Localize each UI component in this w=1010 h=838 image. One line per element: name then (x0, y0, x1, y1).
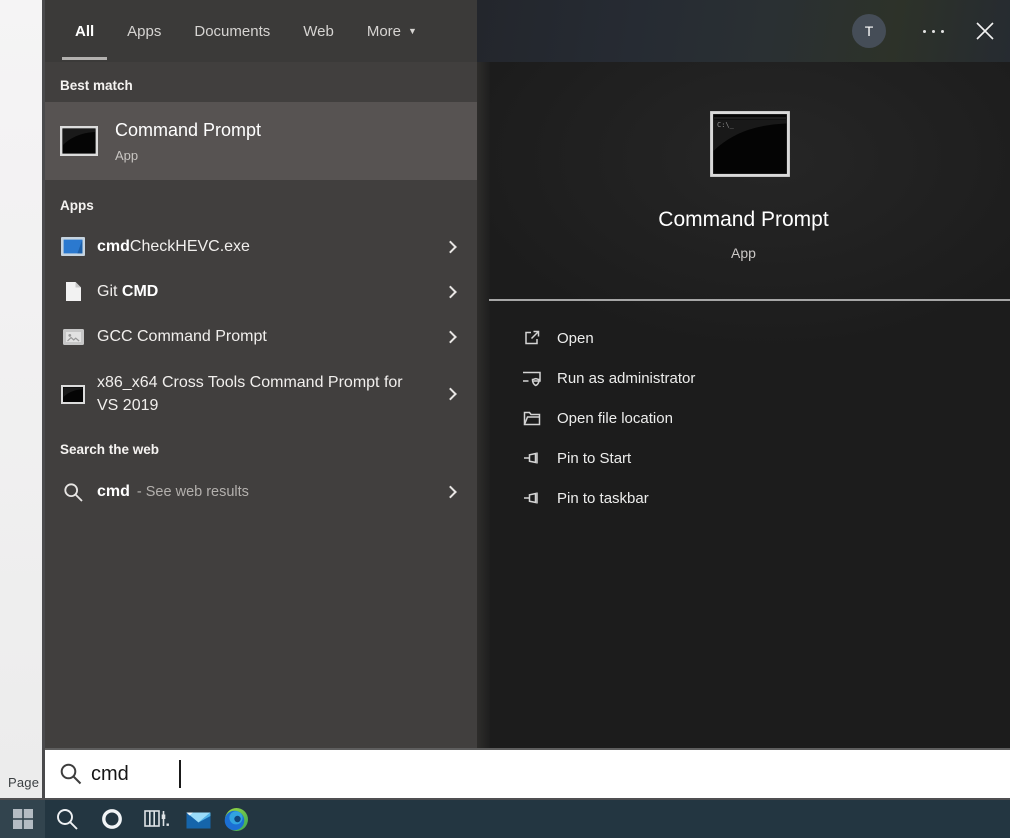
apps-section-label: Apps (60, 198, 94, 213)
tab-apps[interactable]: Apps (127, 0, 161, 62)
blue-app-icon (60, 237, 86, 256)
result-title: cmd- See web results (97, 480, 299, 504)
best-match-section-label: Best match (60, 78, 133, 93)
page-label: Page (8, 775, 39, 790)
folder-icon (521, 408, 543, 428)
taskbar-search-button[interactable] (52, 800, 82, 838)
search-query-text: cmd (91, 750, 129, 798)
divider (489, 299, 1010, 301)
pin-icon (521, 448, 543, 468)
text-cursor (179, 760, 181, 788)
result-cmdcheckhevc[interactable]: cmdCheckHEVC.exe (45, 224, 477, 269)
task-view-button[interactable] (140, 800, 172, 838)
svg-text:C:\_: C:\_ (717, 121, 735, 129)
command-prompt-icon (60, 385, 86, 404)
web-section-label: Search the web (60, 442, 159, 457)
pin-icon (521, 488, 543, 508)
windows-logo-icon (13, 809, 33, 829)
preview-panel: C:\_ Command Prompt App Open Run as admi… (477, 62, 1010, 748)
taskbar (0, 798, 1010, 838)
best-match-item[interactable]: Command Prompt App (45, 102, 477, 180)
result-git-cmd[interactable]: Git CMD (45, 269, 477, 314)
action-pin-to-start[interactable]: Pin to Start (477, 438, 1010, 478)
chevron-right-icon[interactable] (444, 486, 457, 499)
start-button[interactable] (0, 800, 45, 838)
command-prompt-icon-large: C:\_ (710, 111, 790, 177)
user-avatar[interactable]: T (852, 14, 886, 48)
search-icon (55, 807, 80, 832)
result-title: cmdCheckHEVC.exe (97, 235, 300, 258)
action-open[interactable]: Open (477, 318, 1010, 358)
chevron-right-icon[interactable] (444, 330, 457, 343)
best-match-title: Command Prompt (115, 120, 261, 141)
window-shield-icon (521, 368, 543, 388)
search-icon (59, 762, 83, 791)
result-x86-x64-cross-tools[interactable]: x86_x64 Cross Tools Command Prompt for V… (45, 359, 477, 429)
preview-subtitle: App (477, 245, 1010, 261)
action-pin-to-taskbar[interactable]: Pin to taskbar (477, 478, 1010, 518)
open-window-icon (521, 328, 543, 348)
action-run-as-administrator[interactable]: Run as administrator (477, 358, 1010, 398)
close-icon (973, 19, 997, 43)
result-title: GCC Command Prompt (97, 325, 317, 348)
active-tab-underline (62, 57, 107, 60)
result-web-search[interactable]: cmd- See web results (45, 468, 477, 516)
search-icon (60, 482, 86, 503)
edge-button[interactable] (221, 800, 251, 838)
action-open-file-location[interactable]: Open file location (477, 398, 1010, 438)
mail-icon (186, 810, 211, 829)
search-header-tabs: All Apps Documents Web More ▼ (45, 0, 477, 62)
edge-icon (224, 807, 249, 832)
tab-all[interactable]: All (75, 0, 94, 62)
background-page-strip: Page (0, 0, 45, 798)
close-button[interactable] (973, 19, 997, 43)
best-match-subtitle: App (115, 148, 261, 163)
results-panel: Best match Command Prompt App Apps cmdCh… (45, 62, 477, 748)
chevron-down-icon: ▼ (408, 26, 417, 36)
result-title: Git CMD (97, 280, 208, 303)
tab-more[interactable]: More ▼ (367, 0, 417, 62)
search-header-controls: T (477, 0, 1010, 62)
gray-app-icon (60, 329, 86, 345)
search-input[interactable]: cmd (45, 748, 1010, 798)
chevron-right-icon[interactable] (444, 240, 457, 253)
command-prompt-icon (60, 126, 98, 156)
result-gcc-command-prompt[interactable]: GCC Command Prompt (45, 314, 477, 359)
document-icon (60, 281, 86, 302)
mail-button[interactable] (183, 800, 213, 838)
tab-documents[interactable]: Documents (194, 0, 270, 62)
cortana-button[interactable] (97, 800, 127, 838)
chevron-right-icon[interactable] (444, 285, 457, 298)
tab-web[interactable]: Web (303, 0, 334, 62)
cortana-icon (100, 807, 124, 831)
result-title: x86_x64 Cross Tools Command Prompt for V… (97, 371, 477, 417)
preview-title: Command Prompt (477, 208, 1010, 232)
task-view-icon (143, 807, 170, 831)
more-options-icon[interactable] (915, 28, 951, 34)
